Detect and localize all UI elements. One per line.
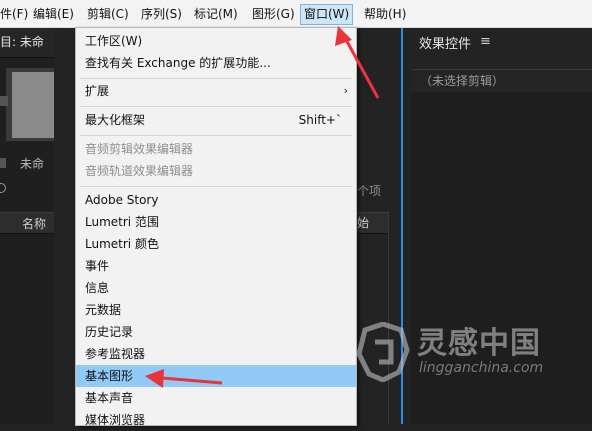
menu-separator	[80, 186, 352, 187]
menu-item-adobe-story[interactable]: Adobe Story	[76, 189, 356, 211]
window-menu-dropdown: 工作区(W) 查找有关 Exchange 的扩展功能... 扩展 › 最大化框架 S…	[75, 27, 357, 427]
item-count-text: 个项	[357, 184, 382, 198]
watermark-logo-icon	[356, 322, 410, 382]
menu-separator	[80, 135, 352, 136]
menu-edit[interactable]: 编辑(E)	[33, 5, 74, 23]
column-name-header[interactable]: 名称	[22, 215, 46, 232]
project-icon	[0, 158, 6, 168]
thumbnail-camera-icon	[0, 96, 8, 106]
watermark-title: 灵感中国	[417, 326, 541, 361]
menu-marker[interactable]: 标记(M)	[194, 5, 238, 23]
menu-shortcut: Shift+`	[298, 113, 342, 127]
menu-clip[interactable]: 剪辑(C)	[87, 5, 129, 23]
watermark-url: lingganchina.com	[419, 360, 544, 376]
menu-graphics[interactable]: 图形(G)	[252, 5, 295, 23]
menu-item-workspace[interactable]: 工作区(W)	[76, 30, 356, 52]
menu-help[interactable]: 帮助(H)	[364, 5, 406, 23]
submenu-arrow-icon: ›	[343, 84, 348, 97]
menu-item-lumetri-color[interactable]: Lumetri 颜色	[76, 233, 356, 255]
column-start-header[interactable]: 始	[357, 214, 369, 231]
project-panel-title: 目: 未命	[0, 35, 44, 49]
effect-controls-title[interactable]: 效果控件	[419, 33, 471, 52]
menu-item-exchange-extensions[interactable]: 查找有关 Exchange 的扩展功能...	[76, 52, 356, 74]
menu-file[interactable]: 件(F)	[0, 5, 28, 23]
menu-item-reference-monitor[interactable]: 参考监视器	[76, 343, 356, 365]
menu-item-events[interactable]: 事件	[76, 255, 356, 277]
menu-item-essential-graphics[interactable]: 基本图形	[76, 365, 356, 387]
project-item-name[interactable]: 未命	[20, 155, 44, 172]
menu-item-info[interactable]: 信息	[76, 277, 356, 299]
project-panel-header[interactable]: 目: 未命	[0, 27, 54, 58]
menu-item-maximize-frame[interactable]: 最大化框架 Shift+`	[76, 109, 356, 131]
menu-sequence[interactable]: 序列(S)	[141, 5, 182, 23]
menu-separator	[80, 106, 352, 107]
menu-item-audio-clip-effect-editor: 音频剪辑效果编辑器	[85, 142, 194, 156]
menu-item-extensions[interactable]: 扩展 ›	[76, 80, 356, 102]
menu-item-lumetri-scopes[interactable]: Lumetri 范围	[76, 211, 356, 233]
menu-item-essential-sound[interactable]: 基本声音	[76, 387, 356, 409]
menu-item-history[interactable]: 历史记录	[76, 321, 356, 343]
menu-item-audio-track-effect-editor: 音频轨道效果编辑器	[85, 164, 194, 178]
clip-thumbnail[interactable]	[12, 72, 54, 138]
menu-separator	[80, 78, 352, 79]
menu-item-metadata[interactable]: 元数据	[76, 299, 356, 321]
watermark: 灵感中国 lingganchina.com	[355, 318, 587, 390]
menu-bar: 件(F) 编辑(E) 剪辑(C) 序列(S) 标记(M) 图形(G) 窗口(W)…	[0, 0, 592, 28]
hamburger-icon[interactable]: ≡	[480, 34, 491, 49]
menu-item-media-browser[interactable]: 媒体浏览器	[76, 409, 356, 431]
menu-window[interactable]: 窗口(W)	[300, 4, 354, 25]
no-clip-selected-text: （未选择剪辑）	[420, 74, 505, 88]
